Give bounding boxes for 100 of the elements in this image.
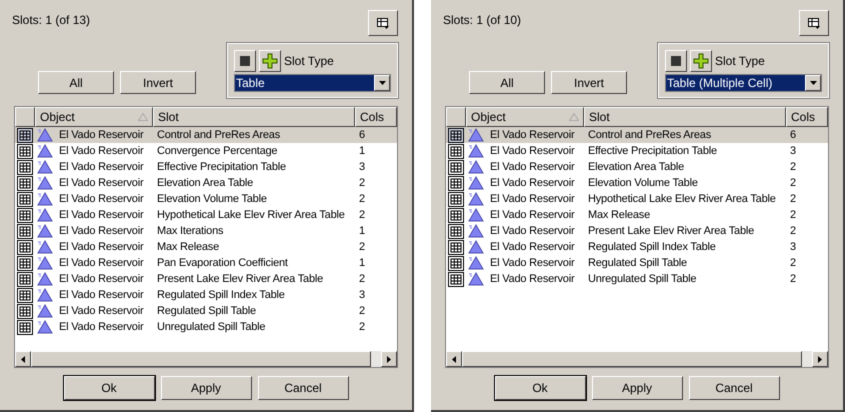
stop-button[interactable] (234, 50, 256, 72)
invert-button[interactable]: Invert (551, 71, 627, 94)
apply-button[interactable]: Apply (160, 376, 252, 400)
slot-cell: Regulated Spill Index Table (588, 240, 716, 253)
object-cell-text: El Vado Reservoir (59, 288, 144, 303)
caret-icon (810, 81, 816, 85)
cols-cell-text: 3 (358, 288, 365, 303)
triangle-icon (37, 224, 53, 238)
table-icon (17, 256, 33, 270)
square-icon (671, 56, 681, 66)
slot-cell: Max Release (157, 240, 219, 253)
triangle-icon (37, 160, 53, 174)
triangle-icon (468, 224, 484, 238)
all-button[interactable]: All (469, 71, 545, 94)
table-row[interactable]: El Vado Reservoir Control and PreRes Areas 6 (15, 127, 397, 143)
object-cell-text: El Vado Reservoir (59, 256, 144, 271)
invert-button[interactable]: Invert (120, 71, 196, 94)
triangle-icon (468, 208, 484, 222)
slot-cell: Elevation Volume Table (157, 192, 267, 205)
column-header[interactable]: Object (35, 107, 153, 127)
triangle-icon (468, 128, 484, 142)
object-cell-text: El Vado Reservoir (490, 176, 574, 191)
cols-cell-text: 2 (358, 208, 365, 223)
table-menu-button[interactable] (799, 10, 829, 36)
table-icon (448, 224, 464, 238)
triangle-icon (37, 128, 53, 142)
table-icon (17, 320, 33, 334)
slot-cell: Regulated Spill Table (157, 304, 256, 317)
object-cell-text: El Vado Reservoir (59, 208, 144, 223)
object-cell-text: El Vado Reservoir (59, 192, 144, 207)
triangle-icon (468, 256, 484, 270)
object-cell-text: El Vado Reservoir (59, 160, 144, 175)
slot-cell: Elevation Volume Table (588, 176, 698, 189)
triangle-icon (37, 256, 53, 270)
table-icon (448, 240, 464, 254)
scroll-left-button[interactable] (15, 351, 31, 367)
triangle-icon (37, 176, 53, 190)
triangle-icon (468, 240, 484, 254)
object-cell-text: El Vado Reservoir (490, 192, 574, 207)
table-icon (448, 192, 464, 206)
stop-button[interactable] (665, 50, 687, 72)
triangle-icon (468, 272, 484, 286)
table-menu-button[interactable] (368, 10, 398, 36)
cols-cell-text: 2 (358, 176, 365, 191)
square-icon (240, 56, 250, 66)
add-button[interactable] (690, 50, 712, 72)
slot-cell: Hypothetical Lake Elev River Area Table (157, 208, 345, 221)
slot-cell: Unregulated Spill Table (588, 272, 696, 285)
slots-count: Slots: 1 (of 13) (12, 12, 90, 29)
column-header[interactable]: Slot (153, 107, 355, 127)
object-cell-text: El Vado Reservoir (490, 208, 574, 223)
scroll-right-button[interactable] (381, 351, 397, 367)
dropdown-button[interactable] (805, 75, 821, 91)
add-button[interactable] (259, 50, 281, 72)
slot-cell: Control and PreRes Areas (157, 128, 280, 141)
object-cell-text: El Vado Reservoir (59, 224, 144, 239)
caret-icon (378, 81, 386, 85)
left-arrow-icon (21, 356, 25, 362)
object-cell-text: El Vado Reservoir (490, 128, 574, 143)
ok-button[interactable]: Ok (494, 376, 586, 400)
object-cell-text: El Vado Reservoir (490, 160, 574, 175)
table-icon (17, 224, 33, 238)
slot-cell: Effective Precipitation Table (157, 160, 286, 173)
table-row[interactable]: El Vado Reservoir Control and PreRes Areas 6 (446, 127, 828, 143)
plus-icon (693, 53, 709, 69)
triangle-icon (468, 192, 484, 206)
table-dropdown-icon (808, 18, 820, 28)
dropdown-button[interactable] (374, 75, 390, 91)
slot-cell: Max Iterations (157, 224, 224, 237)
triangle-icon (37, 192, 53, 206)
cols-cell-text: 1 (358, 144, 365, 159)
triangle-icon (37, 304, 53, 318)
column-header[interactable]: Cols (355, 107, 397, 127)
ok-button[interactable]: Ok (64, 376, 154, 400)
slot-cell: Convergence Percentage (157, 144, 278, 157)
all-button[interactable]: All (38, 71, 114, 94)
table-icon (17, 128, 33, 142)
apply-button[interactable]: Apply (592, 376, 682, 400)
table-icon (17, 192, 33, 206)
cancel-button[interactable]: Cancel (258, 376, 348, 400)
cols-cell-text: 2 (789, 224, 796, 239)
slot-type-select[interactable]: Table (Multiple Cell) (665, 74, 822, 92)
triangle-icon (468, 176, 484, 190)
scroll-right-button[interactable] (812, 351, 828, 367)
cols-cell-text: 3 (789, 144, 796, 159)
column-header[interactable]: Slot (584, 107, 786, 127)
cols-cell-text: 2 (789, 272, 796, 287)
slot-cell: Regulated Spill Index Table (157, 288, 285, 301)
scroll-left-button[interactable] (446, 351, 462, 367)
cols-cell-text: 2 (789, 208, 796, 223)
table-icon (448, 256, 464, 270)
object-cell-text: El Vado Reservoir (490, 240, 574, 255)
cancel-button[interactable]: Cancel (688, 376, 780, 400)
cols-cell-text: 6 (358, 128, 365, 143)
column-header[interactable]: Cols (786, 107, 828, 127)
column-header[interactable]: Object (466, 107, 584, 127)
slot-cell: Regulated Spill Table (588, 256, 687, 269)
object-cell-text: El Vado Reservoir (490, 224, 574, 239)
slot-type-select[interactable]: Table (234, 74, 391, 92)
table-icon (17, 304, 33, 318)
